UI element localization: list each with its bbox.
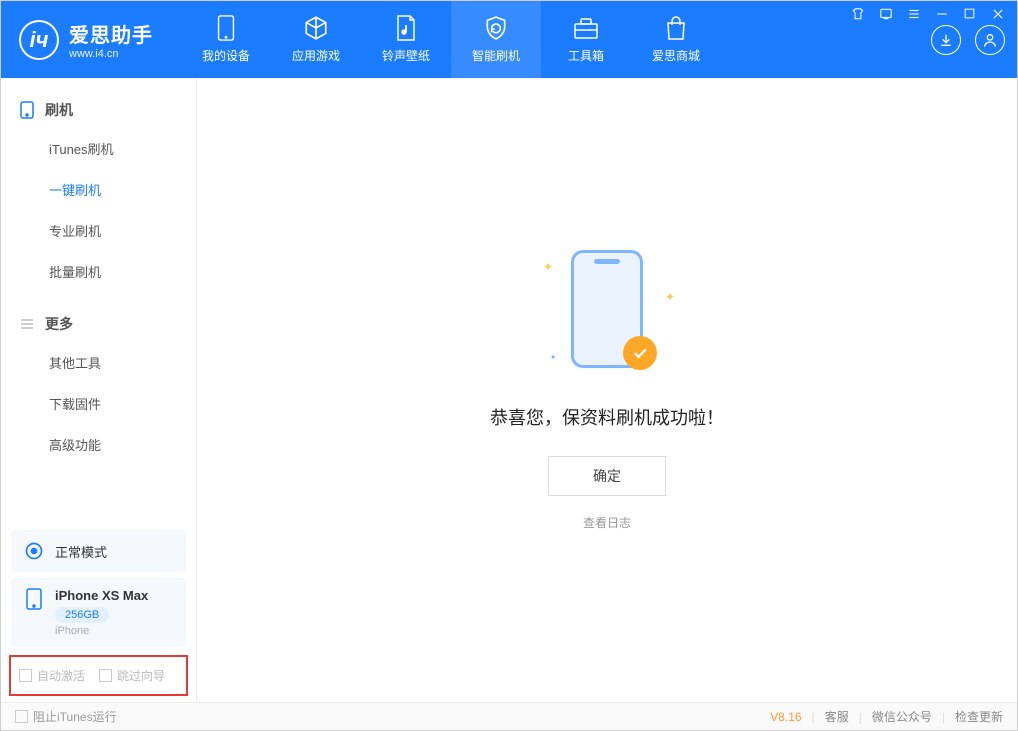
device-type: iPhone <box>55 625 148 637</box>
logo[interactable]: iч 爱思助手 www.i4.cn <box>1 19 181 60</box>
nav-my-device[interactable]: 我的设备 <box>181 1 271 78</box>
sidebar-item-pro-flash[interactable]: 专业刷机 <box>1 210 196 251</box>
device-card[interactable]: iPhone XS Max 256GB iPhone <box>11 578 186 647</box>
skin-icon[interactable] <box>851 7 867 21</box>
footer-link-support[interactable]: 客服 <box>825 708 849 725</box>
nav-apps-games[interactable]: 应用游戏 <box>271 1 361 78</box>
sidebar-item-other-tools[interactable]: 其他工具 <box>1 342 196 383</box>
view-log-link[interactable]: 查看日志 <box>583 514 631 531</box>
nav-store[interactable]: 爱思商城 <box>631 1 721 78</box>
app-title: 爱思助手 <box>69 19 153 48</box>
device-name: iPhone XS Max <box>55 588 148 603</box>
main-nav: 我的设备 应用游戏 铃声壁纸 智能刷机 工具箱 爱思商城 <box>181 1 721 78</box>
options-highlight: 自动激活 跳过向导 <box>9 655 188 696</box>
cube-icon <box>303 15 329 41</box>
minimize-icon[interactable] <box>935 7 951 21</box>
version-label: V8.16 <box>770 710 801 724</box>
main-content: ✦ ✦ • 恭喜您，保资料刷机成功啦！ 确定 查看日志 <box>197 78 1017 702</box>
footer: 阻止iTunes运行 V8.16 | 客服 | 微信公众号 | 检查更新 <box>1 702 1017 730</box>
download-icon[interactable] <box>931 25 961 55</box>
success-message: 恭喜您，保资料刷机成功啦！ <box>490 404 724 430</box>
sidebar-section-flash: 刷机 <box>1 92 196 128</box>
app-subtitle: www.i4.cn <box>69 48 153 60</box>
menu-icon[interactable] <box>907 7 923 21</box>
mode-label: 正常模式 <box>55 542 107 561</box>
checkbox-skip-guide[interactable]: 跳过向导 <box>99 667 165 684</box>
checkbox-auto-activate[interactable]: 自动激活 <box>19 667 85 684</box>
sidebar-item-batch-flash[interactable]: 批量刷机 <box>1 251 196 292</box>
sidebar-item-advanced[interactable]: 高级功能 <box>1 424 196 465</box>
sidebar-item-itunes-flash[interactable]: iTunes刷机 <box>1 128 196 169</box>
device-icon <box>213 15 239 41</box>
device-phone-icon <box>23 588 45 610</box>
checkbox-block-itunes[interactable]: 阻止iTunes运行 <box>15 708 117 725</box>
mode-icon <box>23 540 45 562</box>
header-right <box>931 25 1017 55</box>
phone-icon <box>19 102 35 118</box>
feedback-icon[interactable] <box>879 7 895 21</box>
nav-ringtone-wallpaper[interactable]: 铃声壁纸 <box>361 1 451 78</box>
shield-refresh-icon <box>483 15 509 41</box>
logo-icon: iч <box>19 20 59 60</box>
nav-smart-flash[interactable]: 智能刷机 <box>451 1 541 78</box>
footer-link-update[interactable]: 检查更新 <box>955 708 1003 725</box>
sidebar: 刷机 iTunes刷机 一键刷机 专业刷机 批量刷机 更多 其他工具 下载固件 … <box>1 78 197 702</box>
window-controls <box>851 7 1007 21</box>
music-file-icon <box>393 15 419 41</box>
ok-button[interactable]: 确定 <box>548 456 666 496</box>
sidebar-section-more: 更多 <box>1 306 196 342</box>
toolbox-icon <box>573 15 599 41</box>
bag-icon <box>663 15 689 41</box>
check-icon <box>623 336 657 370</box>
mode-card[interactable]: 正常模式 <box>11 530 186 572</box>
nav-toolbox[interactable]: 工具箱 <box>541 1 631 78</box>
close-icon[interactable] <box>991 7 1007 21</box>
footer-link-wechat[interactable]: 微信公众号 <box>872 708 932 725</box>
maximize-icon[interactable] <box>963 7 979 21</box>
sidebar-item-download-firmware[interactable]: 下载固件 <box>1 383 196 424</box>
user-icon[interactable] <box>975 25 1005 55</box>
list-icon <box>19 316 35 332</box>
device-storage: 256GB <box>55 607 109 623</box>
success-illustration: ✦ ✦ • <box>537 250 677 380</box>
sidebar-item-oneclick-flash[interactable]: 一键刷机 <box>1 169 196 210</box>
